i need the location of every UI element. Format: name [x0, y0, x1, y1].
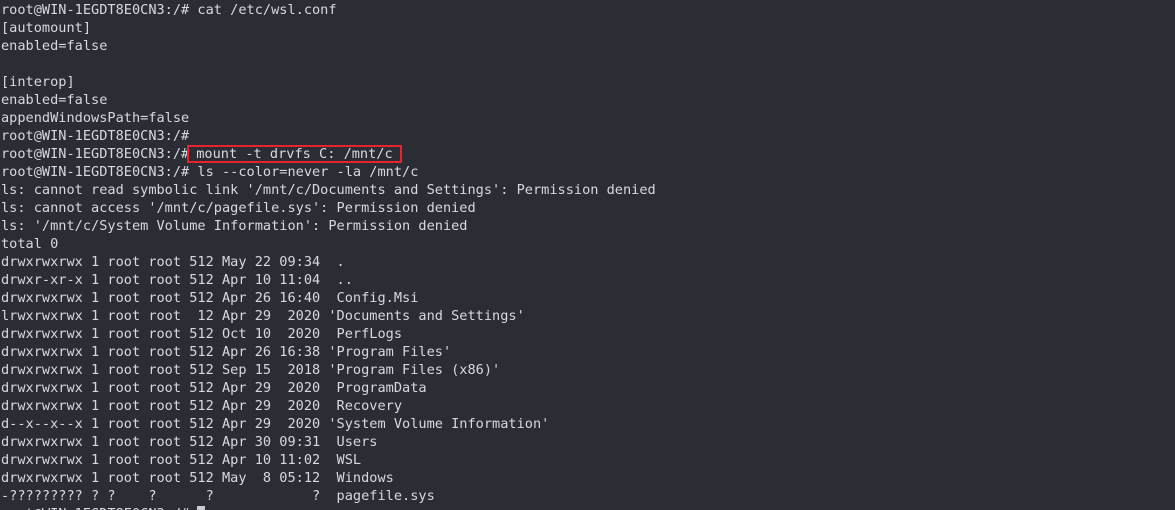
directory-entry: drwxrwxrwx 1 root root 512 Apr 29 2020 P… [1, 380, 427, 396]
current-prompt-line[interactable]: root@WIN-1EGDT8E0CN3:/# [0, 505, 1175, 510]
directory-entry: drwxrwxrwx 1 root root 512 Apr 26 16:38 … [1, 344, 452, 360]
terminal-line: root@WIN-1EGDT8E0CN3:/# [1, 128, 190, 144]
shell-prompt: root@WIN-1EGDT8E0CN3:/# [1, 506, 189, 510]
directory-entry: drwxrwxrwx 1 root root 512 Apr 26 16:40 … [1, 290, 419, 306]
terminal-line: [automount] [1, 20, 92, 36]
terminal-line: root@WIN-1EGDT8E0CN3:/# ls --color=never… [1, 164, 419, 180]
error-line: ls: cannot read symbolic link '/mnt/c/Do… [1, 182, 656, 198]
shell-prompt: root@WIN-1EGDT8E0CN3:/# [1, 146, 190, 162]
terminal-line: enabled=false [1, 38, 108, 54]
mount-command-highlight: mount -t drvfs C: /mnt/c [187, 145, 402, 163]
terminal-line: [interop] [1, 74, 75, 90]
directory-entry: d--x--x--x 1 root root 512 Apr 29 2020 '… [1, 416, 550, 432]
directory-entry: drwxrwxrwx 1 root root 512 Apr 10 11:02 … [1, 452, 362, 468]
total-line: total 0 [1, 236, 59, 252]
terminal-line: root@WIN-1EGDT8E0CN3:/# cat /etc/wsl.con… [1, 2, 337, 18]
directory-entry: drwxrwxrwx 1 root root 512 May 8 05:12 W… [1, 470, 394, 486]
error-line: ls: '/mnt/c/System Volume Information': … [1, 218, 468, 234]
directory-entry: drwxrwxrwx 1 root root 512 Sep 15 2018 '… [1, 362, 501, 378]
text-cursor [197, 506, 206, 510]
directory-entry: lrwxrwxrwx 1 root root 12 Apr 29 2020 'D… [1, 308, 525, 324]
terminal-window[interactable]: root@WIN-1EGDT8E0CN3:/# cat /etc/wsl.con… [0, 0, 1175, 510]
directory-entry: drwxrwxrwx 1 root root 512 Oct 10 2020 P… [1, 326, 403, 342]
terminal-line: enabled=false [1, 92, 108, 108]
terminal-line: appendWindowsPath=false [1, 110, 190, 126]
mount-command-line: root@WIN-1EGDT8E0CN3:/# mount -t drvfs C:… [0, 145, 1175, 163]
error-line: ls: cannot access '/mnt/c/pagefile.sys':… [1, 200, 476, 216]
directory-entry: drwxr-xr-x 1 root root 512 Apr 10 11:04 … [1, 272, 353, 288]
directory-entry: -????????? ? ? ? ? ? pagefile.sys [1, 488, 435, 504]
directory-entry: drwxrwxrwx 1 root root 512 Apr 30 09:31 … [1, 434, 378, 450]
directory-entry: drwxrwxrwx 1 root root 512 Apr 29 2020 R… [1, 398, 403, 414]
directory-entry: drwxrwxrwx 1 root root 512 May 22 09:34 … [1, 254, 345, 270]
